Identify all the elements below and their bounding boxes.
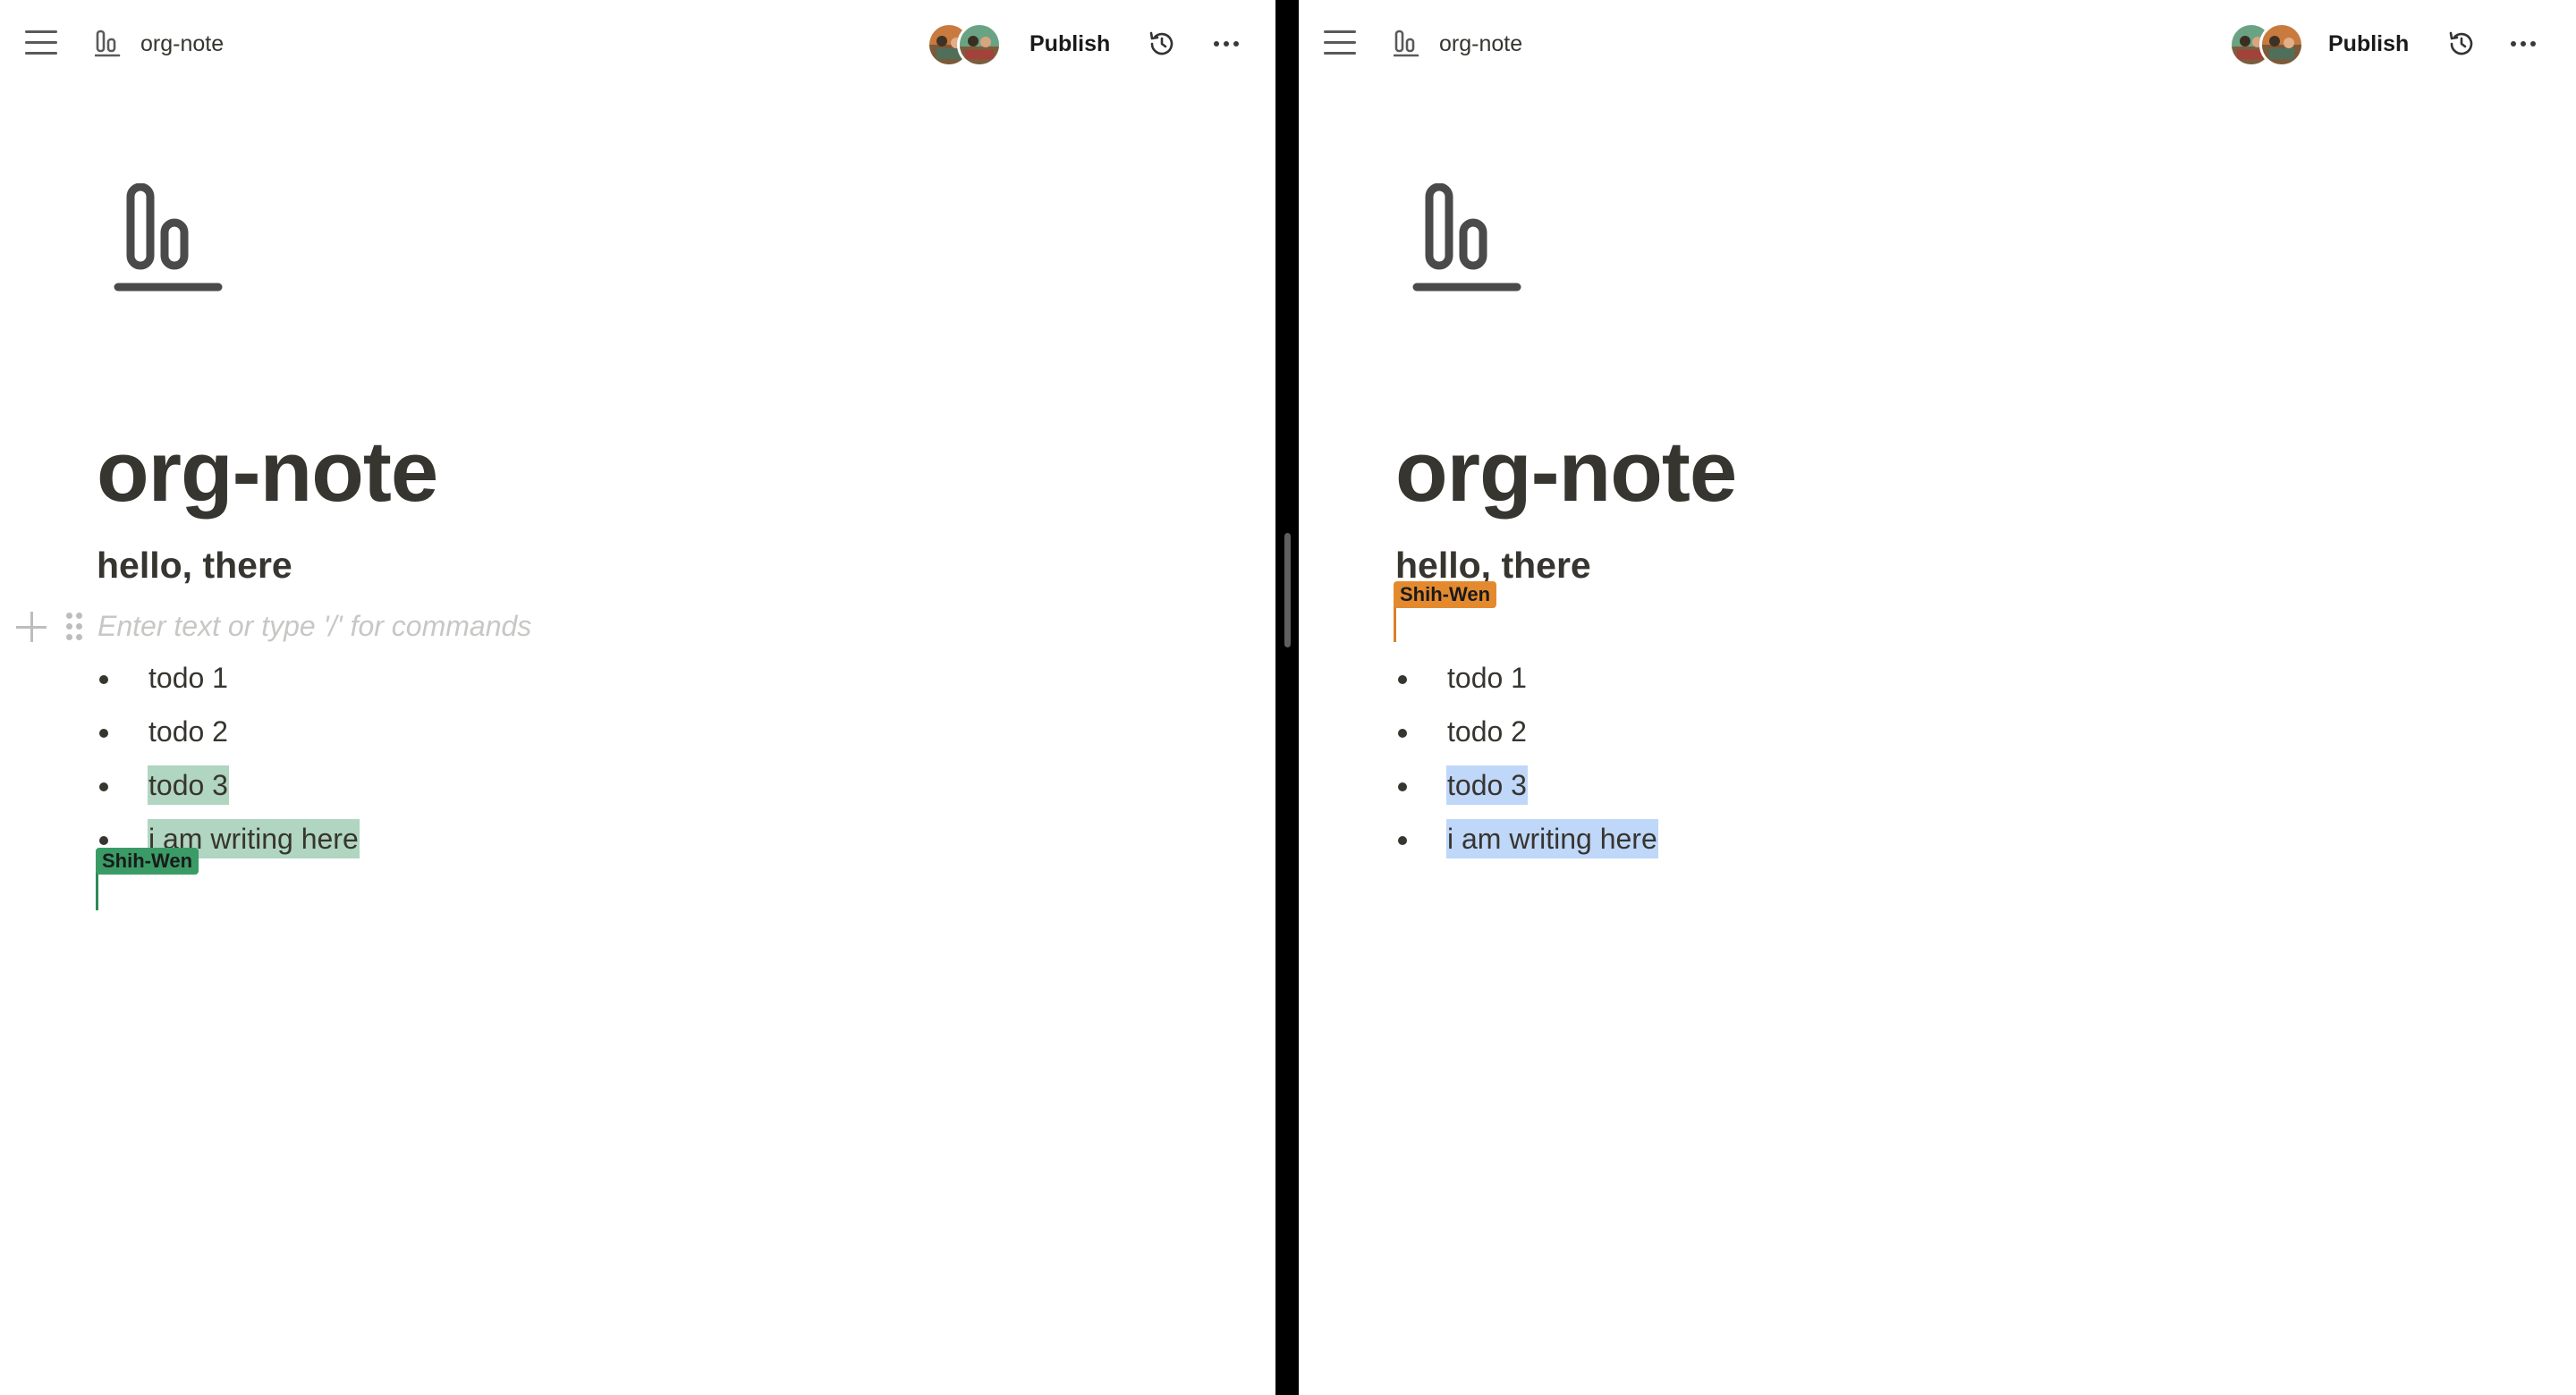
empty-block-placeholder[interactable]: Enter text or type '/' for commands [97,607,531,645]
breadcrumb-title[interactable]: org-note [140,30,224,58]
editor-pane-right: org-note Publish org-note hello, there t… [1299,0,2576,1395]
bullet-dot [1398,836,1407,845]
drag-handle-icon[interactable] [66,613,82,641]
collaborator-avatars[interactable] [2229,22,2304,67]
history-icon[interactable] [1147,29,1177,59]
bullet-dot [99,782,108,791]
list-item-text[interactable]: todo 1 [148,658,229,698]
page-icon[interactable] [113,183,224,296]
bullet-dot [99,836,108,845]
bullet-dot [1398,729,1407,738]
more-options-icon[interactable] [2511,41,2538,48]
list-item-text-selected[interactable]: i am writing here [1446,819,1658,858]
page-title[interactable]: org-note [1395,418,1737,526]
pane-resize-handle[interactable] [1284,533,1291,647]
bullet-dot [99,729,108,738]
align-bottom-icon [95,30,121,57]
page-title[interactable]: org-note [97,418,438,526]
collaborator-avatars[interactable] [927,22,1002,67]
list-item-text[interactable]: todo 2 [148,712,229,751]
breadcrumb-title[interactable]: org-note [1439,30,1522,58]
hamburger-menu-icon[interactable] [25,30,57,55]
align-bottom-icon [1394,30,1419,57]
collaborator-cursor-label: Shih-Wen [1394,581,1497,608]
history-icon[interactable] [2446,29,2477,59]
bullet-dot [1398,675,1407,684]
list-item-text[interactable]: todo 1 [1446,658,1528,698]
more-options-icon[interactable] [1214,41,1241,48]
pane-divider [1275,0,1299,1395]
heading-block[interactable]: hello, there [97,540,292,590]
hamburger-menu-icon[interactable] [1324,30,1356,55]
add-block-icon[interactable] [16,612,47,642]
publish-button[interactable]: Publish [1030,29,1110,59]
bullet-dot [99,675,108,684]
publish-button[interactable]: Publish [2328,29,2409,59]
list-item-text-selected[interactable]: todo 3 [148,765,229,805]
topbar: org-note Publish [0,0,1275,88]
page-icon[interactable] [1411,183,1522,296]
list-item-text[interactable]: todo 2 [1446,712,1528,751]
list-item-text-selected[interactable]: todo 3 [1446,765,1528,805]
editor-pane-left: org-note Publish org-note hello, there E… [0,0,1275,1395]
collaborator-cursor-label: Shih-Wen [96,848,199,875]
avatar[interactable] [957,22,1002,67]
bullet-dot [1398,782,1407,791]
topbar: org-note Publish [1299,0,2576,88]
avatar[interactable] [2259,22,2304,67]
